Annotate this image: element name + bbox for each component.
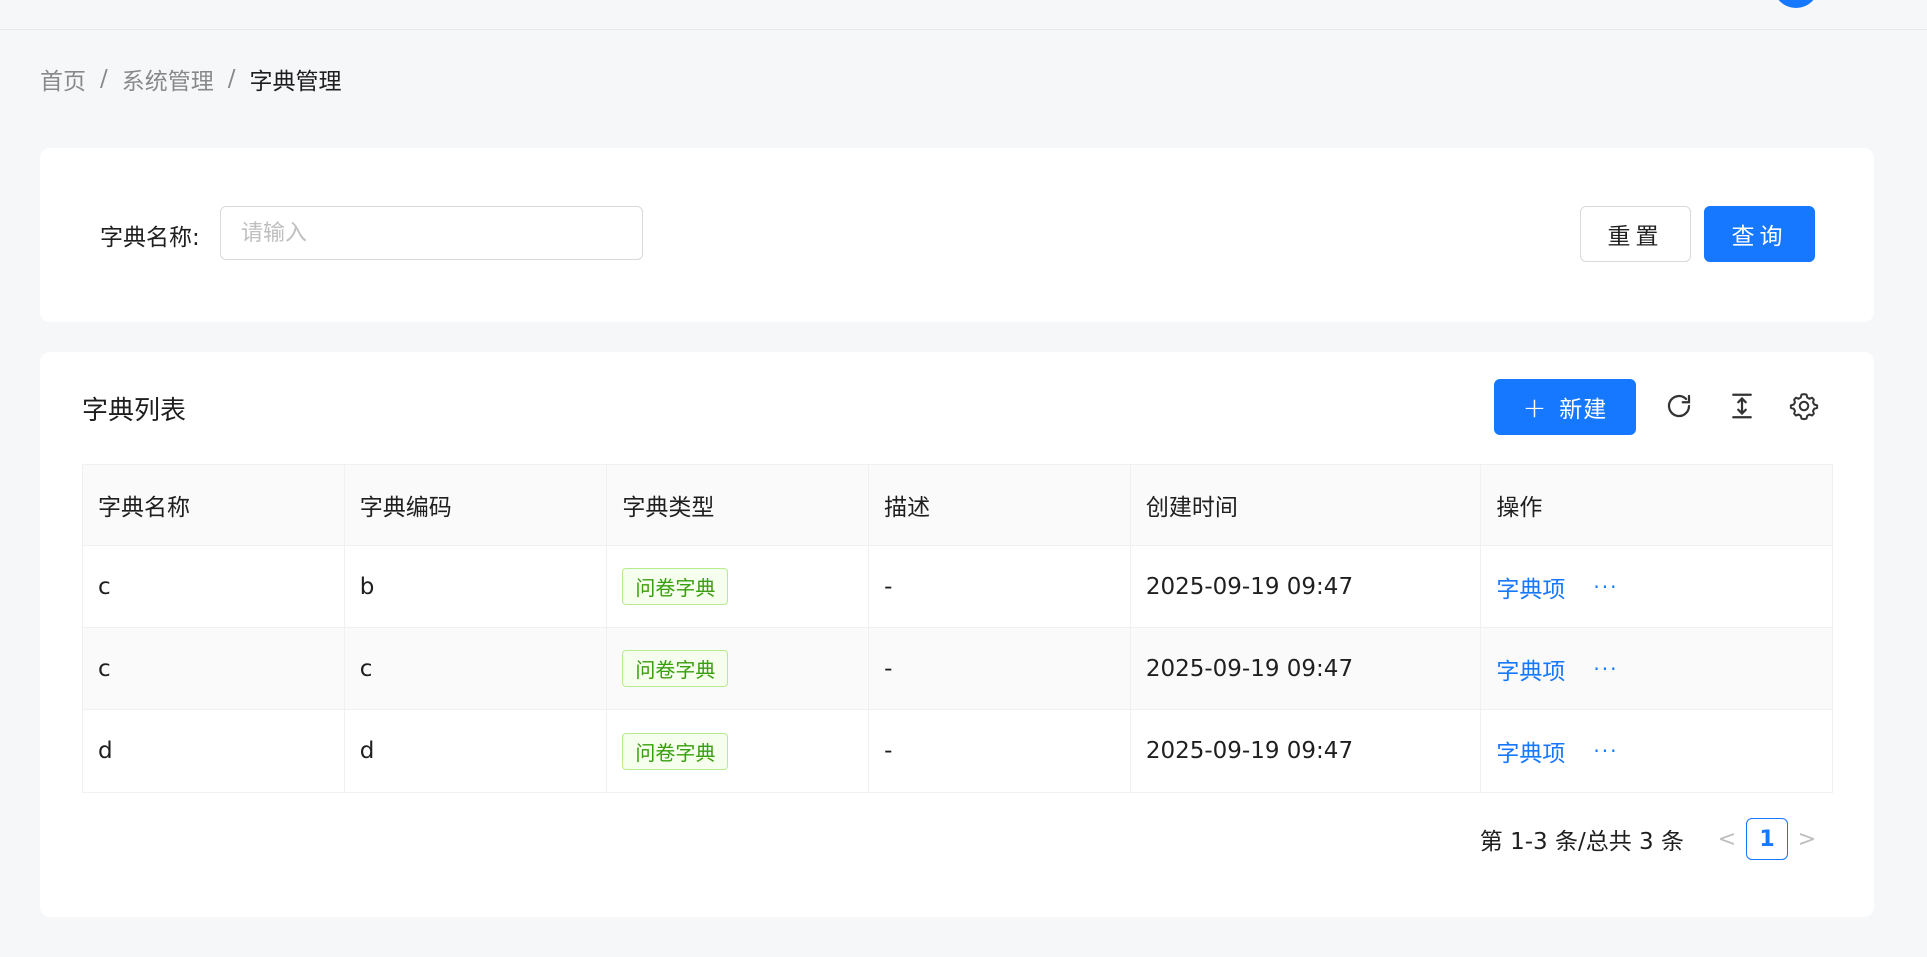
query-button[interactable]: 查询 [1704,206,1815,262]
breadcrumb-home[interactable]: 首页 [40,62,86,96]
setting-icon[interactable] [1788,390,1820,422]
next-page-icon[interactable]: > [1788,827,1826,852]
column-header: 字典名称 [83,465,345,545]
cell-desc: - [869,546,1131,627]
cell-name: c [83,546,345,627]
cell-code: c [345,628,608,709]
dict-name-input[interactable] [220,206,643,260]
more-icon[interactable]: ··· [1593,575,1618,599]
more-icon[interactable]: ··· [1593,739,1618,763]
type-tag: 问卷字典 [622,568,729,605]
search-panel: 字典名称: 重置 查询 [40,148,1874,322]
dict-list-panel: 字典列表 + 新建 字典名称 字典编码 字典类型 描述 创建时间 操作 c b … [40,352,1874,917]
dict-table: 字典名称 字典编码 字典类型 描述 创建时间 操作 c b 问卷字典 - 202… [82,464,1833,793]
list-title: 字典列表 [82,396,187,426]
column-header: 字典类型 [607,465,870,545]
reload-icon[interactable] [1663,390,1695,422]
top-header [0,0,1927,30]
cell-actions: 字典项 ··· [1481,710,1832,792]
breadcrumb-separator: / [100,66,108,92]
column-height-icon[interactable] [1726,390,1758,422]
cell-code: d [345,710,608,792]
table-header: 字典名称 字典编码 字典类型 描述 创建时间 操作 [83,465,1832,546]
dict-items-link[interactable]: 字典项 [1496,652,1565,686]
cell-code: b [345,546,608,627]
more-icon[interactable]: ··· [1593,657,1618,681]
reset-button[interactable]: 重置 [1580,206,1691,262]
breadcrumb-separator: / [227,66,236,92]
cell-created: 2025-09-19 09:47 [1131,628,1482,709]
cell-name: d [83,710,345,792]
new-button[interactable]: + 新建 [1494,379,1636,435]
column-header: 创建时间 [1131,465,1482,545]
cell-type: 问卷字典 [607,546,870,627]
dict-items-link[interactable]: 字典项 [1496,734,1565,768]
page-1-button[interactable]: 1 [1746,818,1788,860]
dict-items-link[interactable]: 字典项 [1496,570,1565,604]
cell-actions: 字典项 ··· [1481,628,1832,709]
cell-desc: - [869,628,1131,709]
table-row: d d 问卷字典 - 2025-09-19 09:47 字典项 ··· [83,710,1832,792]
breadcrumb-current: 字典管理 [249,69,342,95]
column-header: 字典编码 [345,465,608,545]
table-row: c c 问卷字典 - 2025-09-19 09:47 字典项 ··· [83,628,1832,710]
column-header: 操作 [1496,495,1543,521]
type-tag: 问卷字典 [622,650,729,687]
plus-icon: + [1522,390,1548,424]
pagination: 第 1-3 条/总共 3 条 < 1 > [1480,818,1826,860]
cell-desc: - [869,710,1131,792]
cell-type: 问卷字典 [607,628,870,709]
cell-created: 2025-09-19 09:47 [1131,546,1482,627]
pagination-total: 第 1-3 条/总共 3 条 [1479,829,1684,855]
new-button-label: 新建 [1559,397,1608,423]
prev-page-icon[interactable]: < [1708,827,1746,852]
breadcrumb: 首页 / 系统管理 / 字典管理 [40,62,342,96]
cell-type: 问卷字典 [607,710,870,792]
cell-actions: 字典项 ··· [1481,546,1832,627]
dict-name-label: 字典名称: [100,225,200,251]
type-tag: 问卷字典 [622,732,729,770]
cell-name: c [83,628,345,709]
breadcrumb-system[interactable]: 系统管理 [122,62,214,96]
avatar[interactable] [1774,0,1818,8]
table-row: c b 问卷字典 - 2025-09-19 09:47 字典项 ··· [83,546,1832,628]
cell-created: 2025-09-19 09:47 [1131,710,1482,792]
column-header: 描述 [869,465,1131,545]
